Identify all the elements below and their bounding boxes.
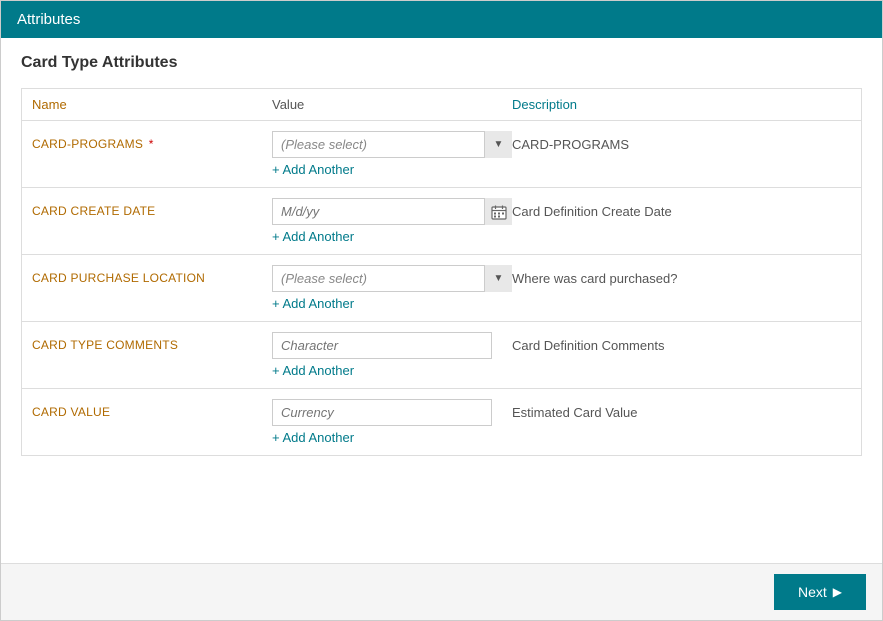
select-wrapper-card-purchase-location: (Please select) (272, 265, 512, 292)
add-another-card-value[interactable]: + Add Another (272, 430, 512, 445)
row-desc-card-type-comments: Card Definition Comments (512, 332, 851, 353)
card-type-comments-input[interactable] (272, 332, 492, 359)
row-value-card-programs: (Please select) + Add Another (272, 131, 512, 177)
row-desc-card-value: Estimated Card Value (512, 399, 851, 420)
next-chevron-icon: ▶ (833, 585, 842, 599)
table-row: CARD PURCHASE LOCATION (Please select) +… (22, 255, 861, 322)
table-row: CARD-PROGRAMS * (Please select) + Add An… (22, 121, 861, 188)
col-header-name: Name (32, 97, 272, 112)
content-area: Card Type Attributes Name Value Descript… (1, 38, 882, 563)
add-another-card-type-comments[interactable]: + Add Another (272, 363, 512, 378)
required-indicator: * (145, 137, 153, 151)
table-row: CARD CREATE DATE (22, 188, 861, 255)
card-purchase-location-select[interactable]: (Please select) (272, 265, 492, 292)
table-header: Name Value Description (22, 89, 861, 121)
row-value-card-create-date: + Add Another (272, 198, 512, 244)
window-title: Attributes (17, 11, 80, 28)
page-title: Card Type Attributes (21, 54, 862, 72)
add-another-card-create-date[interactable]: + Add Another (272, 229, 512, 244)
row-name-card-purchase-location: CARD PURCHASE LOCATION (32, 265, 272, 285)
row-desc-card-purchase-location: Where was card purchased? (512, 265, 851, 286)
main-scroll-area[interactable]: Card Type Attributes Name Value Descript… (1, 38, 882, 563)
card-create-date-input[interactable] (272, 198, 492, 225)
row-value-card-value: + Add Another (272, 399, 512, 445)
card-programs-select[interactable]: (Please select) (272, 131, 492, 158)
main-window: Attributes Card Type Attributes Name Val… (0, 0, 883, 621)
col-header-value: Value (272, 97, 512, 112)
select-wrapper-card-programs: (Please select) (272, 131, 512, 158)
add-another-card-purchase-location[interactable]: + Add Another (272, 296, 512, 311)
row-name-card-value: CARD VALUE (32, 399, 272, 419)
calendar-icon[interactable] (484, 198, 512, 225)
table-row: CARD TYPE COMMENTS + Add Another Card De… (22, 322, 861, 389)
next-label: Next (798, 584, 827, 600)
table-row: CARD VALUE + Add Another Estimated Card … (22, 389, 861, 455)
add-another-card-programs[interactable]: + Add Another (272, 162, 512, 177)
col-header-description: Description (512, 97, 851, 112)
card-value-input[interactable] (272, 399, 492, 426)
row-name-card-type-comments: CARD TYPE COMMENTS (32, 332, 272, 352)
row-name-card-programs: CARD-PROGRAMS * (32, 131, 272, 151)
date-wrapper-card-create-date (272, 198, 512, 225)
next-button[interactable]: Next ▶ (774, 574, 866, 610)
footer-bar: Next ▶ (1, 563, 882, 620)
row-value-card-purchase-location: (Please select) + Add Another (272, 265, 512, 311)
row-desc-card-create-date: Card Definition Create Date (512, 198, 851, 219)
attributes-table: Name Value Description CARD-PROGRAMS * (… (21, 88, 862, 456)
row-desc-card-programs: CARD-PROGRAMS (512, 131, 851, 152)
row-name-card-create-date: CARD CREATE DATE (32, 198, 272, 218)
title-bar: Attributes (1, 1, 882, 38)
row-value-card-type-comments: + Add Another (272, 332, 512, 378)
